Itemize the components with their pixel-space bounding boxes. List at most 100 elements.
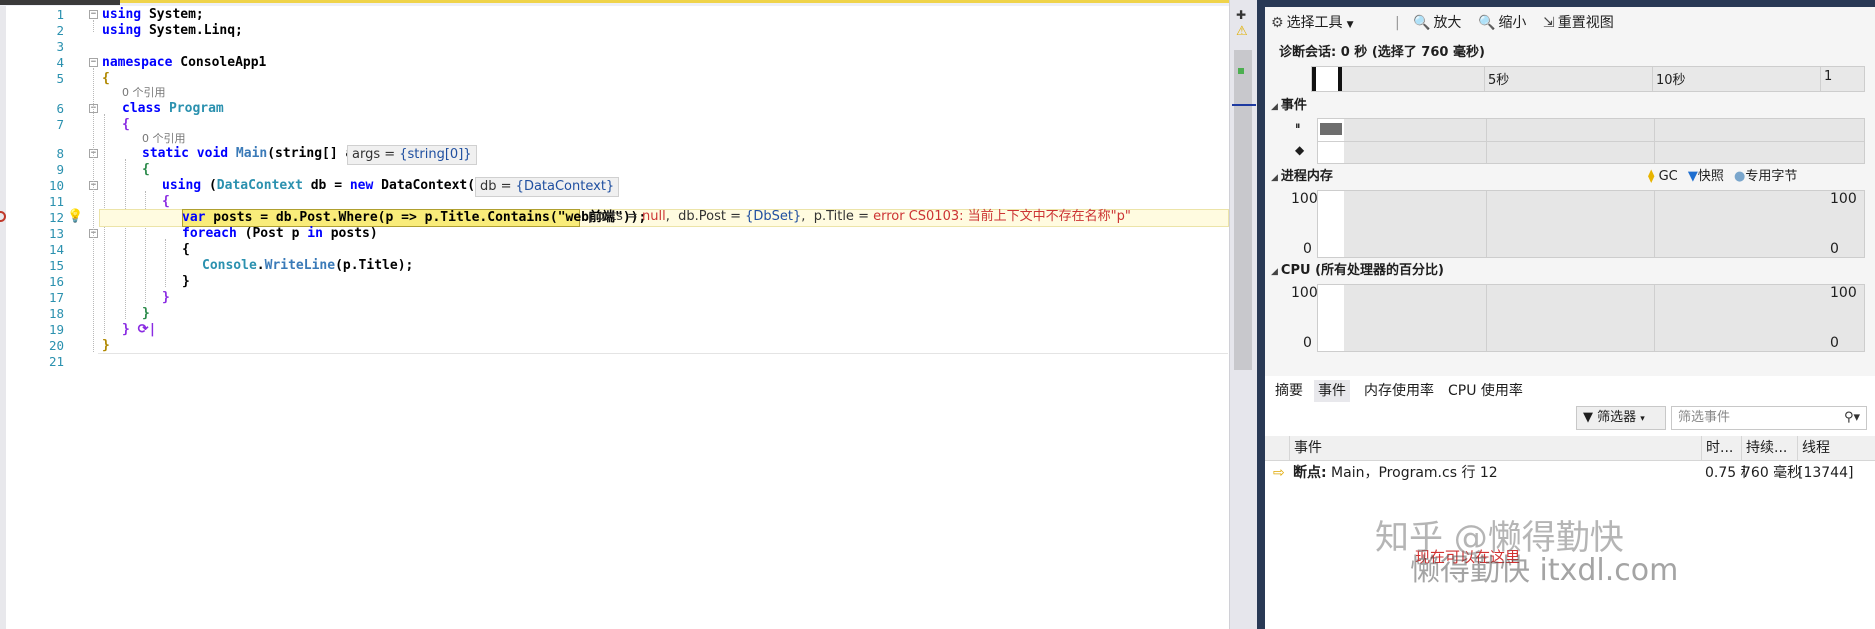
selection-start-handle[interactable]	[1312, 67, 1316, 91]
collapse-triangle-icon: ◢	[1271, 102, 1278, 112]
private-bytes-dot-icon: ●	[1734, 169, 1746, 184]
memory-axis-top: 100	[1291, 191, 1318, 207]
column-header-thread[interactable]: 线程	[1797, 436, 1862, 460]
filter-events-input[interactable]: 筛选事件 ⚲▾	[1671, 406, 1867, 430]
reference-count[interactable]: 0 个引用	[122, 86, 166, 100]
code-line-20: }	[102, 338, 110, 353]
session-label: 诊断会话: 0 秒 (选择了 760 毫秒)	[1279, 45, 1485, 60]
datatip-db[interactable]: db = {DataContext}	[475, 177, 620, 197]
events-track[interactable]	[1317, 118, 1865, 164]
tab-memory-usage[interactable]: 内存使用率	[1360, 380, 1438, 402]
cpu-section-header[interactable]: ◢ CPU (所有处理器的百分比)	[1271, 262, 1444, 281]
line-number: 13	[48, 226, 64, 241]
zoom-out-button[interactable]: 🔍 缩小	[1478, 10, 1526, 36]
line-number: 17	[48, 290, 64, 305]
datatip-args[interactable]: args = {string[0]}	[347, 145, 477, 165]
line-number: 5	[56, 71, 64, 86]
reset-view-icon: ⇲	[1543, 15, 1555, 31]
code-line-13: foreach (Post p in posts)	[182, 226, 378, 241]
cpu-axis-top-right: 100	[1830, 285, 1857, 301]
collapse-triangle-icon: ◢	[1271, 267, 1278, 277]
code-line-11: {	[162, 194, 170, 209]
line-number: 1	[56, 7, 64, 22]
code-editor[interactable]: 1 2 3 4 5 6 7 8 9 10 11 12 13 14 15 16 1…	[0, 0, 1229, 629]
select-tool-button[interactable]: ⚙ 选择工具 ▼	[1271, 10, 1353, 36]
code-line-6: class Program	[122, 101, 224, 116]
row-thread: [13744]	[1798, 465, 1854, 481]
line-number: 7	[56, 117, 64, 132]
memory-graph[interactable]	[1317, 190, 1865, 258]
line-number: 19	[48, 322, 64, 337]
chevron-down-icon: ▾	[1640, 414, 1645, 424]
pane-splitter[interactable]	[1257, 0, 1265, 629]
warning-icon[interactable]: ⚠	[1236, 24, 1248, 39]
indent-guide	[125, 159, 126, 319]
column-header-time[interactable]: 时...	[1701, 436, 1740, 460]
line-number: 15	[48, 258, 64, 273]
end-divider	[98, 353, 1228, 354]
pause-icon: ⏸	[1295, 119, 1301, 132]
split-window-icon[interactable]: ✚	[1236, 8, 1246, 22]
breakpoint-margin[interactable]	[0, 6, 6, 629]
collapse-icon[interactable]: −	[89, 58, 98, 67]
line-number: 4	[56, 55, 64, 70]
table-row[interactable]: ⇨ 断点: Main，Program.cs 行 12 0.75 秒 760 毫秒…	[1265, 462, 1875, 484]
line-number: 10	[48, 178, 64, 193]
memory-section-header[interactable]: ◢ 进程内存	[1271, 168, 1333, 187]
snapshot-marker-icon: ▼	[1687, 169, 1698, 184]
tab-summary[interactable]: 摘要	[1271, 380, 1307, 402]
line-number: 21	[48, 354, 64, 369]
zoom-in-button[interactable]: 🔍 放大	[1413, 10, 1461, 36]
line-number: 2	[56, 23, 64, 38]
editor-tab-strip	[0, 0, 1229, 6]
reference-count[interactable]: 0 个引用	[142, 132, 186, 146]
line-number: 12	[48, 210, 64, 225]
line-number: 8	[56, 146, 64, 161]
column-header-duration[interactable]: 持续...	[1741, 436, 1796, 460]
line-number: 20	[48, 338, 64, 353]
code-line-16: }	[182, 274, 190, 289]
code-line-5: {	[102, 71, 110, 86]
collapse-triangle-icon: ◢	[1271, 173, 1278, 183]
tab-cpu-usage[interactable]: CPU 使用率	[1444, 380, 1527, 402]
diagnostic-tools-pane: ⚙ 选择工具 ▼ | 🔍 放大 🔍 缩小 ⇲ 重置视图 诊断会话: 0 秒 (选择了 76…	[1265, 0, 1875, 629]
zoom-out-icon: 🔍	[1478, 15, 1496, 31]
code-line-17: }	[162, 290, 170, 305]
chevron-down-icon: ▼	[1346, 20, 1354, 30]
code-line-15: Console.WriteLine(p.Title);	[202, 258, 414, 273]
outline-guide	[93, 20, 94, 32]
filter-button[interactable]: ▼ 筛选器 ▾	[1576, 406, 1666, 430]
watermark: 懒得勤快 itxdl.com	[1410, 553, 1679, 588]
memory-axis-bottom-right: 0	[1830, 241, 1839, 257]
tab-events[interactable]: 事件	[1314, 380, 1350, 402]
memory-legend: ⧫ GC ▼快照 ●专用字节	[1648, 169, 1798, 184]
cpu-graph[interactable]	[1317, 284, 1865, 352]
diagnostic-tools-titlebar	[1265, 0, 1875, 7]
editor-scrollbar[interactable]: ✚ ⚠	[1229, 0, 1258, 629]
lightbulb-icon[interactable]: 💡	[67, 209, 83, 224]
gc-marker-icon: ⧫	[1648, 169, 1655, 184]
cpu-axis-top: 100	[1291, 285, 1318, 301]
memory-axis-bottom: 0	[1303, 241, 1312, 257]
row-time: 0.75 秒	[1705, 465, 1745, 481]
line-number: 18	[48, 306, 64, 321]
tick-label: 10秒	[1656, 73, 1686, 88]
line-number: 3	[56, 39, 64, 54]
outline-guide	[93, 68, 94, 352]
events-section-header[interactable]: ◢ 事件	[1271, 97, 1307, 116]
selection-end-handle[interactable]	[1338, 67, 1342, 91]
collapse-icon[interactable]: −	[89, 10, 98, 19]
code-line-7: {	[122, 117, 130, 132]
line-number: 6	[56, 101, 64, 116]
cpu-axis-bottom: 0	[1303, 335, 1312, 351]
column-header-event[interactable]: 事件	[1289, 436, 1624, 460]
line-number: 14	[48, 242, 64, 257]
break-event-bar[interactable]	[1320, 123, 1342, 135]
reset-view-button[interactable]: ⇲ 重置视图	[1543, 10, 1614, 36]
timeline-ruler[interactable]: 5秒 10秒 1	[1311, 66, 1865, 92]
code-line-10: using (DataContext db = new DataContext(…	[162, 178, 491, 193]
breakpoint-arrow-icon: ⇨	[1273, 465, 1285, 481]
scrollbar-thumb[interactable]	[1234, 50, 1252, 370]
inline-datatips[interactable]: posts = null, db.Post = {DbSet}, p.Title…	[588, 208, 1131, 226]
code-line-1: using System;	[102, 7, 204, 22]
